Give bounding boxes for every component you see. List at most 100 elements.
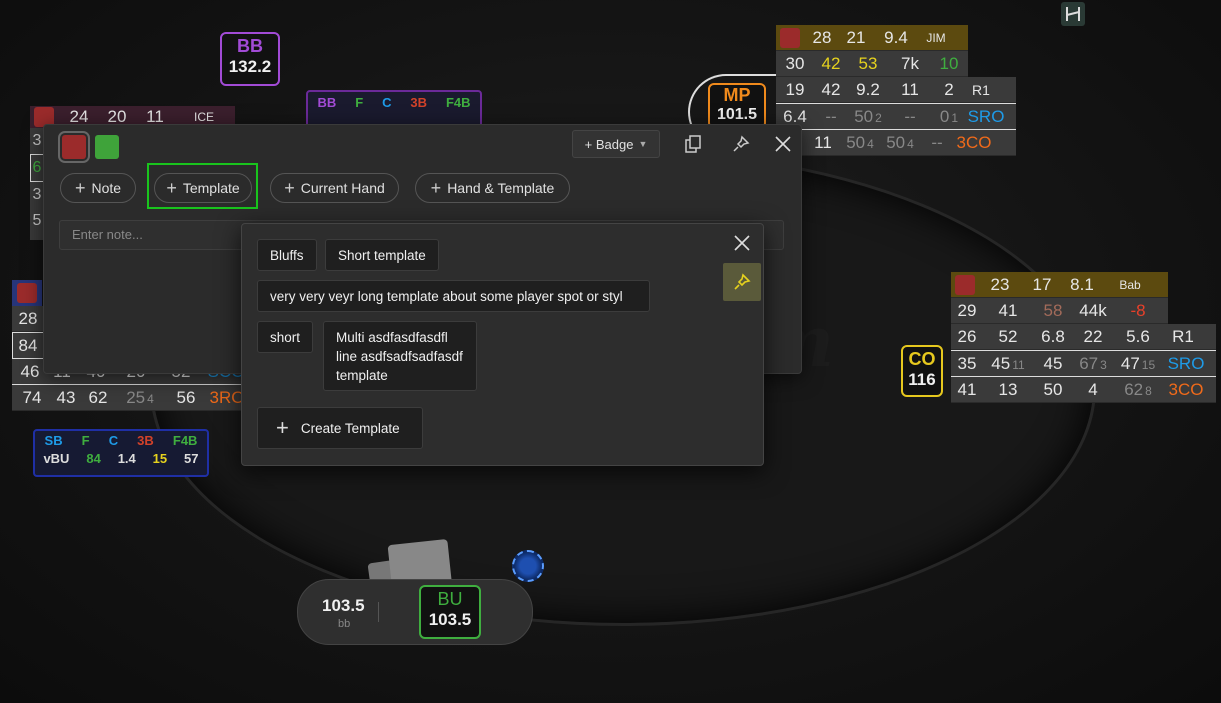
hud-stat: 19 [785,79,805,99]
chevron-down-icon: ▼ [638,139,648,149]
template-picker-popup[interactable]: Bluffs Short template very very veyr lon… [241,223,764,466]
hud-stat: 5.6 [1126,326,1150,346]
player-tag-left-mid [12,280,42,306]
hud-stat: -- [904,106,916,126]
hud-stat: 52 [998,326,1018,346]
badge-dropdown[interactable]: + Badge ▼ [572,130,660,158]
hud-stat: R1 [1172,326,1194,346]
hud-stat: -8 [1130,300,1146,320]
pin-icon[interactable] [730,133,752,155]
player-tag [955,274,975,295]
seat-stack: 116 [908,370,936,389]
stat-box-sb[interactable]: SB F C 3B F4B vBU 84 1.4 15 57 [33,429,209,477]
seat-position: CO [908,349,936,369]
hud-stat: 67 [1079,353,1099,373]
hud-stat: 0 [939,106,950,126]
create-template-label: Create Template [300,420,400,436]
stat-value: 1.4 [117,451,136,466]
hud-left-top-side: 3 6 3 5 [30,128,44,240]
seat-bu-badge[interactable]: BU 103.5 [419,585,481,639]
template-chip[interactable]: Bluffs [257,239,317,271]
app-logo-icon[interactable] [1061,2,1085,26]
stat-value: vBU [43,451,70,466]
hud-stat: 21 [846,27,866,47]
hud-stat: 42 [821,79,841,99]
create-template-button[interactable]: + Create Template [257,407,423,449]
hud-stat: 25 [126,387,146,407]
hud-stat-sample: 4 [147,391,154,406]
template-chip-multiline[interactable]: Multi asdfasdfasdfl line asdfsadfsadfasd… [323,321,477,391]
hud-stat: 11 [901,79,919,99]
stat-label: BB [317,95,337,110]
hero-seat-panel[interactable]: 103.5 bb [297,579,533,645]
hud-stat: 23 [990,274,1010,294]
hud-stat: 30 [785,53,805,73]
red-color-swatch[interactable] [58,131,90,163]
close-icon[interactable] [732,233,752,253]
hud-stat: 3CO [1168,379,1204,399]
badge-label: + Badge [584,136,634,152]
plus-icon: + [74,177,86,198]
hud-stat: 47 [1120,353,1140,373]
hud-stat: -- [825,106,837,126]
hud-stat: 9.4 [884,27,908,47]
template-chip[interactable]: short [257,321,314,353]
hud-stat: 29 [957,300,977,320]
seat-bb-badge[interactable]: BB 132.2 [220,32,280,86]
add-note-button[interactable]: + Note [60,173,136,203]
hud-stat: 3 [32,132,42,149]
hud-stat: 74 [22,387,42,407]
hud-top-right[interactable]: 28 21 9.4 JIM 30 42 53 7k 10 19 42 9.2 1… [776,25,1016,156]
hud-stat-sample: 2 [875,110,882,125]
hud-stat: -- [931,132,943,152]
hud-stat-sample: 8 [1145,383,1152,398]
button-label: Template [182,180,240,196]
template-chip[interactable]: Short template [325,239,439,271]
add-current-hand-button[interactable]: + Current Hand [270,173,399,203]
hud-stat-sample: 1 [951,110,959,125]
hud-stat: 35 [957,353,977,373]
hud-stat-sample: 3 [1100,357,1107,372]
template-chip[interactable]: very very veyr long template about some … [257,280,650,312]
separator [378,602,379,622]
hud-stat: 53 [858,53,878,73]
hud-stat: 42 [821,53,841,73]
green-color-swatch[interactable] [95,135,119,159]
hud-stat: 50 [846,132,866,152]
hud-stat-sample: 4 [907,136,914,151]
hud-stat: 43 [56,387,76,407]
plus-icon: + [276,415,289,440]
stat-label: 3B [410,95,428,110]
stat-label: F4B [445,95,471,110]
hud-stat: 62 [88,387,108,407]
hud-stat: 45 [991,353,1011,373]
hud-stat: R1 [972,81,990,98]
hud-stat: 13 [998,379,1018,399]
hud-right[interactable]: 23 17 8.1 Bab 29 41 58 44k -8 26 52 6.8 … [951,272,1216,403]
hud-stat: SRO [1167,353,1205,373]
seat-mp-badge[interactable]: MP 101.5 [708,83,766,129]
copy-icon[interactable] [682,133,704,155]
stat-label: C [382,95,392,110]
hud-stat: 4 [1088,379,1098,399]
seat-co-badge[interactable]: CO 116 [901,345,943,397]
pin-template-button[interactable] [723,263,761,301]
hud-stat: 41 [998,300,1018,320]
seat-position: BB [237,36,263,56]
add-hand-and-template-button[interactable]: + Hand & Template [415,173,570,203]
hud-stat: 6 [30,154,44,182]
hud-player-name: ICE [193,110,214,124]
hud-stat: 2 [944,79,954,99]
seat-stack: 101.5 [716,106,758,123]
button-label: Hand & Template [447,180,555,196]
button-label: Note [91,180,122,196]
hud-stat: 9.2 [856,79,880,99]
hud-stat-sample: 15 [1141,357,1156,372]
close-icon[interactable] [772,133,794,155]
hud-player-name: JIM [926,30,946,45]
add-template-button[interactable]: + Template [154,173,252,203]
hud-stat: 62 [1124,379,1144,399]
hud-stat: 50 2 [848,107,888,127]
plus-icon: + [166,177,177,198]
template-line: template [336,367,388,383]
